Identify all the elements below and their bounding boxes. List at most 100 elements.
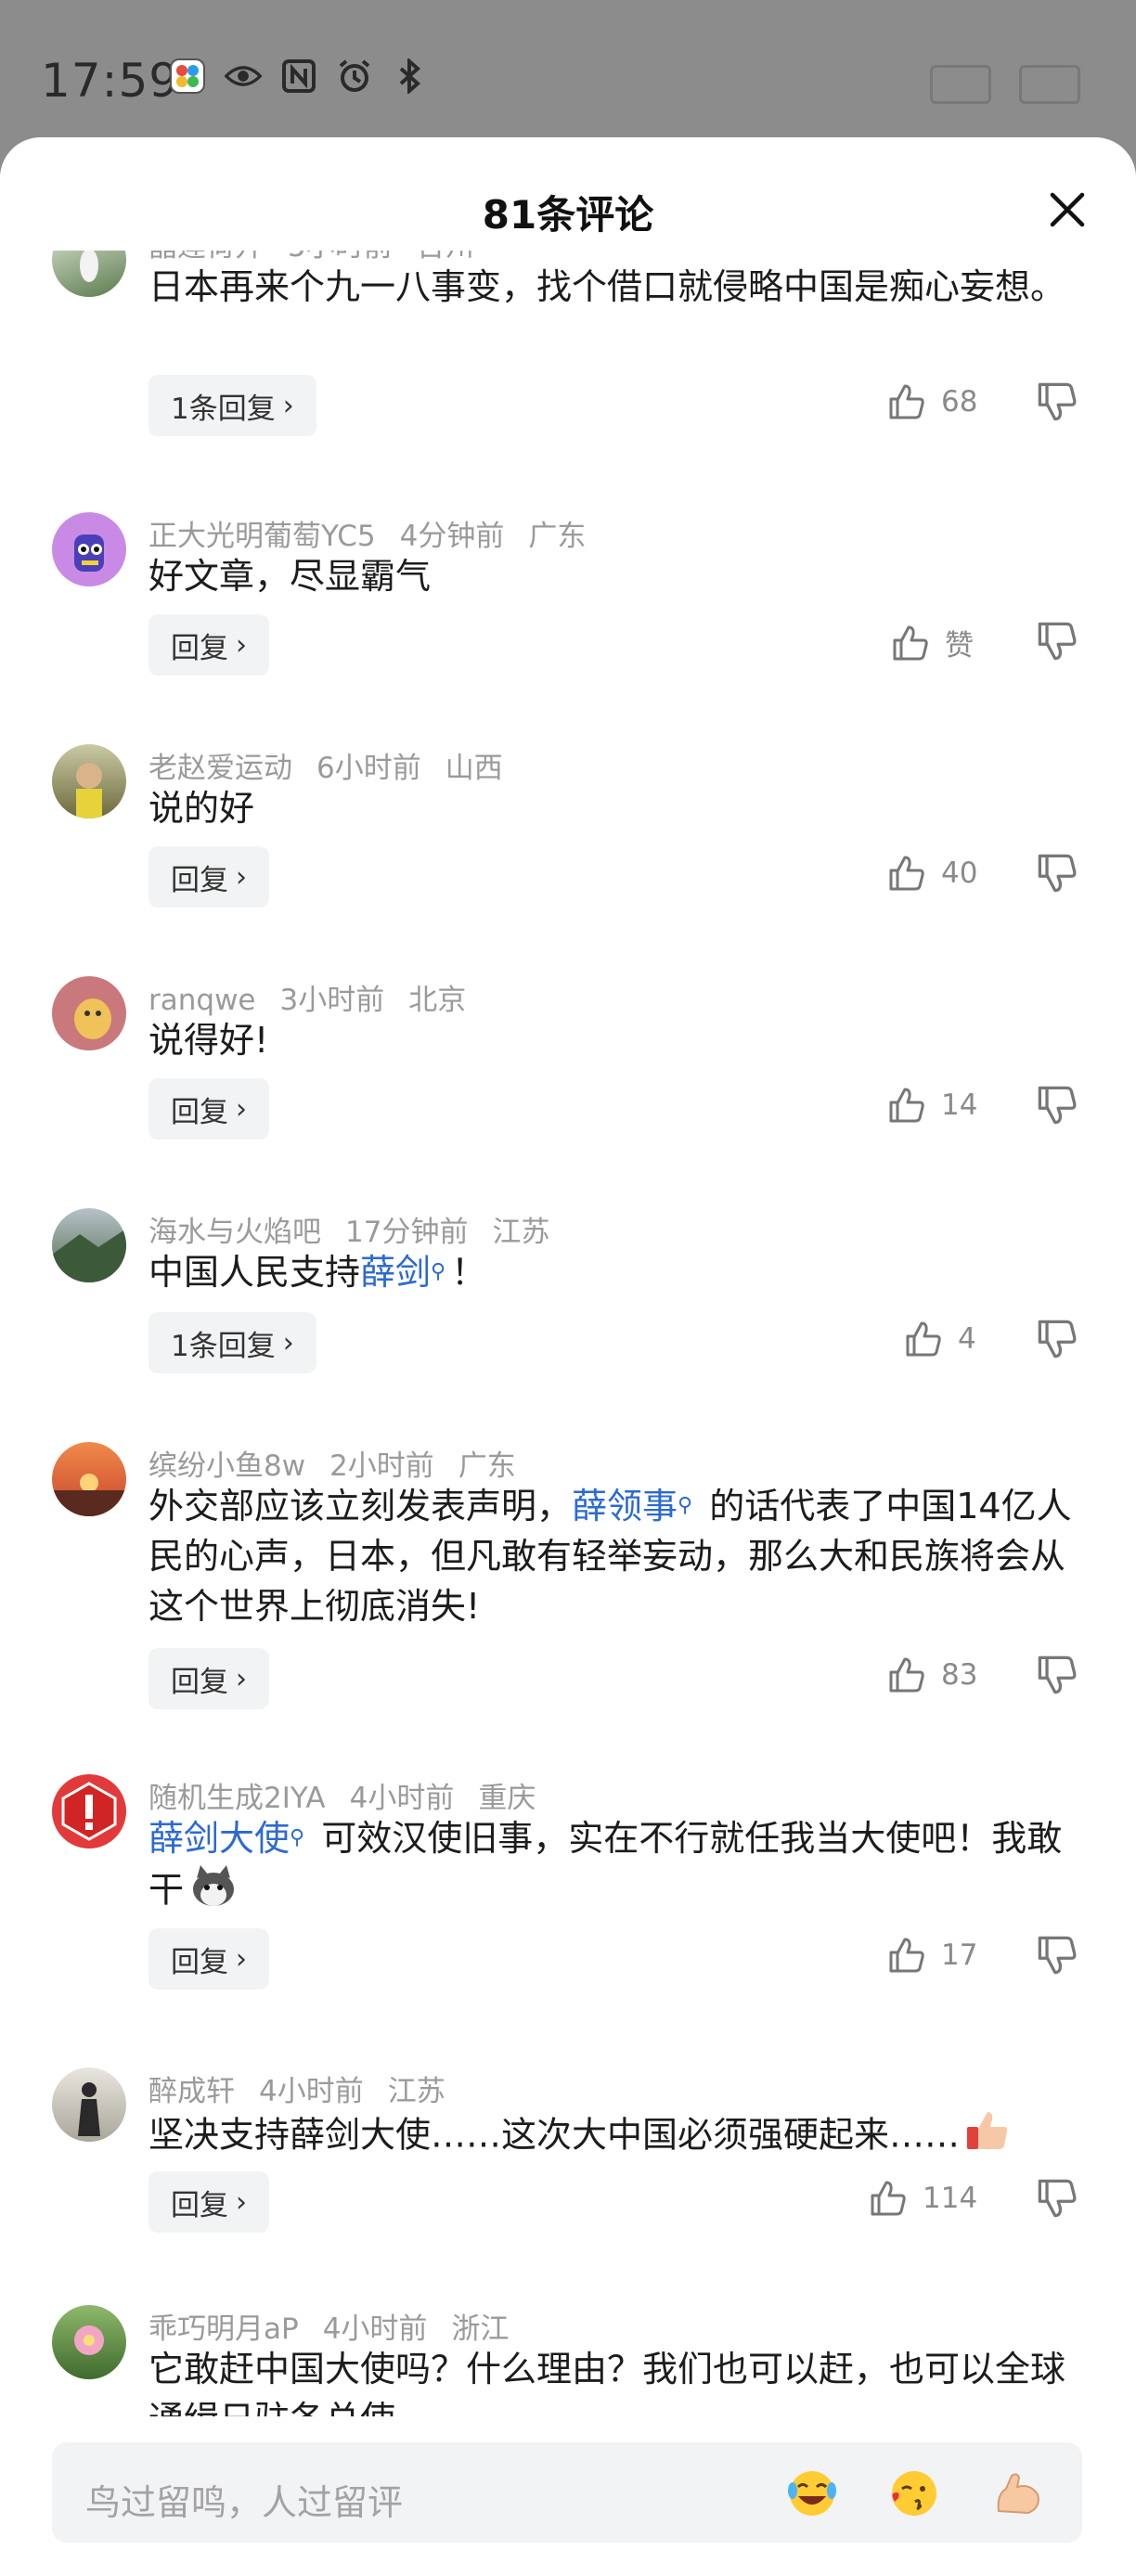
like-button[interactable]: 114	[869, 2179, 977, 2218]
comment-list[interactable]: 晶莲荷开5小时前台州 日本再来个九一八事变，找个借口就侵略中国是痴心妄想。 1条…	[0, 251, 1136, 2559]
thumbs-up-icon	[893, 625, 928, 660]
chevron-right-icon: ›	[282, 1326, 294, 1359]
comment-input-bar[interactable]: 鸟过留鸣，人过留评	[52, 2442, 1082, 2543]
comment-meta: 海水与火焰吧 17分钟前 江苏	[148, 1208, 574, 1250]
reply-button[interactable]: 回复 ›	[148, 846, 269, 908]
thumbs-down-icon[interactable]	[1036, 852, 1078, 895]
kiss-emoji-icon[interactable]	[887, 2467, 941, 2520]
app-notification-icon	[169, 58, 206, 95]
reply-label: 回复	[171, 1945, 228, 1979]
close-icon[interactable]	[1045, 187, 1090, 232]
thumbs-down-icon[interactable]	[1036, 1654, 1078, 1696]
chevron-right-icon: ›	[236, 1662, 247, 1695]
comment-time: 6小时前	[316, 752, 421, 785]
like-count: 40	[941, 857, 978, 890]
comment-time: 4小时前	[259, 2075, 364, 2108]
thumbs-down-icon[interactable]	[1036, 380, 1078, 423]
like-button[interactable]: 4	[904, 1320, 976, 1359]
comment-text: 好文章，尽显霸气	[148, 556, 432, 597]
status-time: 17:59	[41, 54, 180, 108]
avatar[interactable]	[52, 1442, 126, 1516]
chevron-right-icon: ›	[236, 1092, 247, 1126]
thumbs-up-icon	[906, 1321, 941, 1357]
alarm-icon	[336, 58, 373, 95]
like-count: 68	[941, 385, 978, 419]
like-button[interactable]: 14	[887, 1086, 977, 1125]
reply-button[interactable]: 回复 ›	[148, 1928, 269, 1990]
like-button[interactable]: 赞	[891, 622, 974, 663]
thumbs-down-icon[interactable]	[1036, 1318, 1078, 1360]
avatar[interactable]	[52, 2305, 126, 2379]
reply-button[interactable]: 回复 ›	[148, 1078, 269, 1140]
flexed-biceps-emoji-icon[interactable]	[991, 2467, 1045, 2520]
comment-username[interactable]: 老赵爱运动	[148, 752, 292, 785]
thumbs-down-icon[interactable]	[1036, 1934, 1078, 1977]
comment-username[interactable]: 海水与火焰吧	[148, 1216, 321, 1249]
reply-label: 回复	[171, 1665, 228, 1699]
comment-time: 3小时前	[279, 984, 385, 1017]
reply-button[interactable]: 1条回复 ›	[148, 375, 316, 436]
status-bar: 17:59	[0, 0, 1136, 137]
comment-text: 中国人民支持薛剑⚲！	[148, 1247, 1086, 1297]
like-button[interactable]: 17	[887, 1936, 977, 1975]
comment-meta: 乖巧明月aP 4小时前 浙江	[148, 2305, 533, 2347]
comments-sheet: 81条评论 晶莲荷开5小时前台州 日本再来个九一八事变，找个借口就侵略中国是痴心…	[0, 137, 1136, 2576]
thumbs-down-icon[interactable]	[1036, 2177, 1078, 2220]
comment-location: 广东	[528, 520, 587, 553]
sheet-title: 81条评论	[482, 192, 654, 238]
comment-username[interactable]: ranqwe	[148, 984, 256, 1017]
avatar[interactable]	[52, 512, 126, 586]
reply-button[interactable]: 回复 ›	[148, 1648, 269, 1709]
comment-username[interactable]: 醉成轩	[148, 2075, 235, 2108]
avatar[interactable]	[52, 251, 126, 297]
mention-link[interactable]: 薛剑	[360, 1252, 431, 1293]
search-mini-icon: ⚲	[431, 1260, 446, 1283]
comment-time: 4分钟前	[399, 520, 505, 553]
like-button[interactable]: 83	[887, 1655, 977, 1694]
reply-button[interactable]: 回复 ›	[148, 2171, 269, 2233]
avatar[interactable]	[52, 1208, 126, 1282]
reply-label: 1条回复	[171, 392, 276, 426]
chevron-right-icon: ›	[236, 628, 247, 662]
reply-label: 1条回复	[171, 1329, 276, 1363]
comment-input-placeholder[interactable]: 鸟过留鸣，人过留评	[85, 2474, 403, 2525]
thumbs-up-icon	[889, 856, 924, 891]
husky-sticker-icon	[189, 1863, 238, 1921]
comment-text: 日本再来个九一八事变，找个借口就侵略中国是痴心妄想。	[148, 266, 1066, 307]
comment-location: 江苏	[387, 2075, 445, 2108]
like-count: 17	[941, 1938, 978, 1972]
comment-location: 重庆	[478, 1782, 536, 1815]
comment-text: 说得好!	[148, 1020, 269, 1061]
comment-time: 2小时前	[329, 1449, 434, 1483]
comment-location: 广东	[458, 1449, 516, 1483]
avatar[interactable]	[52, 744, 126, 818]
avatar[interactable]	[52, 1774, 126, 1848]
reply-button[interactable]: 回复 ›	[148, 614, 269, 676]
thumbs-down-icon[interactable]	[1036, 1084, 1078, 1127]
reply-button[interactable]: 1条回复 ›	[148, 1312, 316, 1373]
comment-username[interactable]: 缤纷小鱼8w	[148, 1449, 305, 1483]
comment-username[interactable]: 随机生成2IYA	[148, 1782, 326, 1815]
status-right-icons	[930, 65, 1080, 104]
like-count: 83	[941, 1658, 978, 1692]
comment-text: 说的好	[148, 788, 255, 829]
search-mini-icon: ⚲	[290, 1826, 305, 1849]
like-button[interactable]: 40	[887, 854, 977, 893]
nfc-icon	[280, 58, 317, 95]
comment-username[interactable]: 乖巧明月aP	[148, 2312, 299, 2346]
comment-location: 北京	[408, 984, 467, 1017]
chevron-right-icon: ›	[236, 1942, 247, 1976]
search-mini-icon: ⚲	[678, 1494, 693, 1517]
avatar[interactable]	[52, 976, 126, 1050]
reply-label: 回复	[171, 2188, 228, 2222]
thumbs-down-icon[interactable]	[1036, 620, 1078, 663]
comment-time: 4小时前	[322, 2312, 428, 2346]
thumbs-up-icon	[871, 2181, 906, 2216]
laughing-crying-emoji-icon[interactable]	[785, 2467, 839, 2520]
mention-link[interactable]: 薛剑大使	[148, 1818, 290, 1859]
like-button[interactable]: 68	[887, 382, 977, 421]
comment-username[interactable]: 正大光明葡萄YC5	[148, 520, 376, 553]
avatar[interactable]	[52, 2067, 126, 2142]
comment-meta: 正大光明葡萄YC5 4分钟前 广东	[148, 512, 610, 554]
mention-link[interactable]: 薛领事	[572, 1486, 678, 1526]
